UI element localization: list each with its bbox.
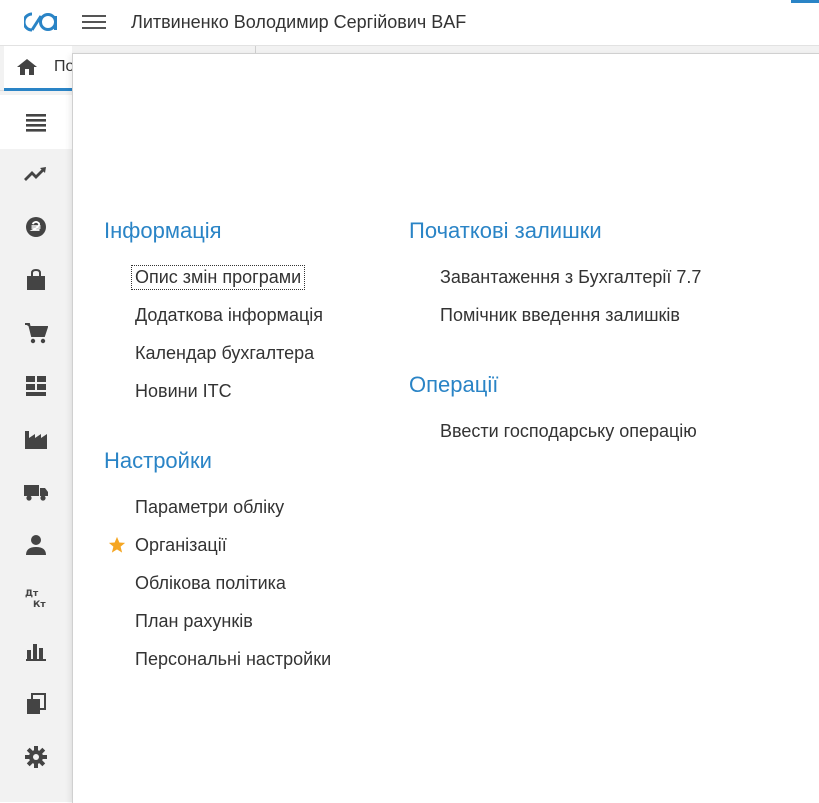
top-accent-line xyxy=(791,0,819,3)
baf-logo-icon xyxy=(24,12,57,32)
menu-link-accounting-policy[interactable]: Облікова політика xyxy=(132,572,289,595)
sidebar-item-bank-cash[interactable] xyxy=(0,200,72,254)
sidebar-item-production[interactable] xyxy=(0,412,72,466)
sidebar-item-accounting[interactable]: Дт Кт xyxy=(0,571,72,625)
documents-icon xyxy=(27,693,46,714)
app-title: Литвиненко Володимир Сергійович BAF xyxy=(131,12,467,32)
menu-link-personal-settings[interactable]: Персональні настройки xyxy=(132,648,334,671)
menu-link-its-news[interactable]: Новини ІТС xyxy=(132,380,235,403)
sidebar-item-warehouse[interactable] xyxy=(0,359,72,413)
menu-link-additional-info[interactable]: Додаткова інформація xyxy=(132,304,326,327)
favorite-star-icon[interactable] xyxy=(108,536,126,554)
person-icon xyxy=(26,535,46,555)
sidebar-item-administration[interactable] xyxy=(0,730,72,784)
sidebar-item-reports[interactable] xyxy=(0,624,72,678)
debit-credit-icon: Дт Кт xyxy=(25,589,46,610)
sidebar-item-dashboard[interactable] xyxy=(0,147,72,201)
svg-text:Дт: Дт xyxy=(25,589,39,599)
warehouse-icon xyxy=(26,376,46,396)
menu-link-accounting-parameters[interactable]: Параметри обліку xyxy=(132,496,287,519)
menu-link-enter-business-operation[interactable]: Ввести господарську операцію xyxy=(437,420,700,443)
menu-link-balance-entry-assistant[interactable]: Помічник введення залишків xyxy=(437,304,683,327)
tab-home[interactable]: По xyxy=(4,46,74,91)
sidebar-item-logistics[interactable] xyxy=(0,465,72,519)
section-title-info[interactable]: Інформація xyxy=(104,218,222,244)
top-bar: Литвиненко Володимир Сергійович BAF xyxy=(0,0,819,46)
shopping-bag-icon xyxy=(27,269,45,290)
sidebar-item-hr[interactable] xyxy=(0,518,72,572)
currency-icon xyxy=(26,217,46,237)
menu-link-accountant-calendar[interactable]: Календар бухгалтера xyxy=(132,342,317,365)
gear-icon xyxy=(25,746,47,768)
sidebar-item-main-menu[interactable] xyxy=(0,95,72,149)
section-title-operations[interactable]: Операції xyxy=(409,372,498,398)
menu-link-chart-of-accounts[interactable]: План рахунків xyxy=(132,610,256,633)
menu-list-icon xyxy=(26,114,46,132)
sidebar-item-references[interactable] xyxy=(0,677,72,731)
truck-icon xyxy=(24,485,48,501)
sections-sidebar: Дт Кт xyxy=(0,91,72,802)
factory-icon xyxy=(25,431,47,449)
bar-chart-icon xyxy=(26,644,46,661)
cart-icon xyxy=(25,323,48,344)
section-title-initial-balances[interactable]: Початкові залишки xyxy=(409,218,602,244)
menu-link-change-log[interactable]: Опис змін програми xyxy=(130,265,306,290)
svg-text:Кт: Кт xyxy=(33,600,46,610)
section-title-settings[interactable]: Настройки xyxy=(104,448,212,474)
home-icon xyxy=(17,59,37,75)
menu-link-import-from-7-7[interactable]: Завантаження з Бухгалтерії 7.7 xyxy=(437,266,704,289)
main-menu-panel: Інформація Опис змін програми Додаткова … xyxy=(72,53,819,803)
trend-chart-icon xyxy=(24,167,46,181)
main-menu-button[interactable] xyxy=(82,11,106,33)
sidebar-item-sales[interactable] xyxy=(0,253,72,307)
menu-link-organizations[interactable]: Організації xyxy=(132,534,230,557)
sidebar-item-purchases[interactable] xyxy=(0,306,72,360)
